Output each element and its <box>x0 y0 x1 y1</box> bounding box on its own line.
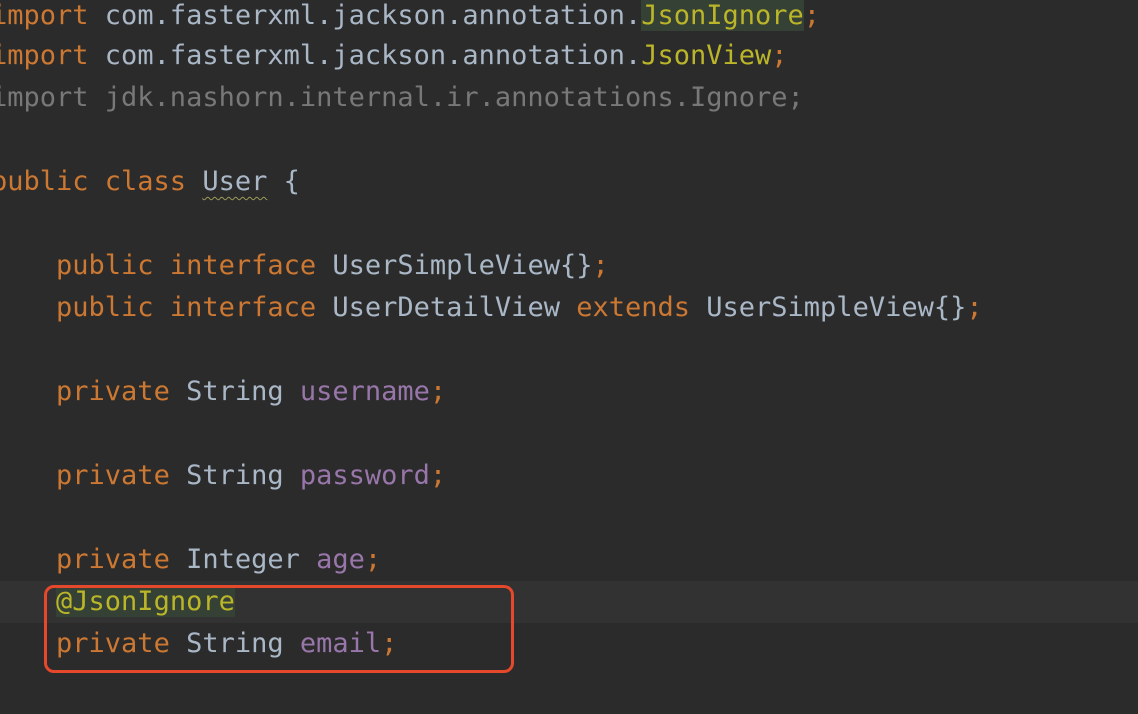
keyword-extends: extends <box>576 292 707 323</box>
interface-name-userdetailview: UserDetailView <box>332 292 577 323</box>
semicolon: ; <box>364 544 382 575</box>
class-name-user: User <box>202 166 268 197</box>
semicolon: ; <box>429 376 447 407</box>
code-editor[interactable]: import com.fasterxml.jackson.annotation.… <box>0 0 1138 714</box>
code-line-import-jsonview: import com.fasterxml.jackson.annotation.… <box>0 35 788 77</box>
code-line-import-jsonignore: import com.fasterxml.jackson.annotation.… <box>0 0 820 37</box>
keyword-import: import <box>0 0 89 31</box>
field-name-email: email <box>299 628 382 659</box>
field-name-username: username <box>299 376 430 407</box>
field-name-password: password <box>299 460 430 491</box>
package-path: com.fasterxml.jackson.annotation. <box>88 0 642 31</box>
keyword-public-class: public class <box>0 166 203 197</box>
semicolon: ; <box>803 0 821 31</box>
field-name-age: age <box>316 544 365 575</box>
interface-name-usersimpleview: UserSimpleView{} <box>332 250 593 281</box>
type-integer: Integer <box>186 544 317 575</box>
package-path: com.fasterxml.jackson.annotation. <box>88 40 642 71</box>
code-line-interface-detail: public interface UserDetailView extends … <box>0 287 983 329</box>
semicolon: ; <box>592 250 609 281</box>
code-line-field-age: private Integer age; <box>0 539 381 581</box>
interface-parent-usersimpleview: UserSimpleView{} <box>706 292 967 323</box>
keyword-private: private <box>56 628 187 659</box>
open-brace: { <box>267 166 300 197</box>
code-line-class-declaration: public class User { <box>0 161 300 203</box>
keyword-import: import <box>0 40 89 71</box>
type-string: String <box>186 460 300 491</box>
imported-class-jsonignore: JsonIgnore <box>641 0 804 31</box>
imported-class-jsonview: JsonView <box>641 40 772 71</box>
code-line-interface-simple: public interface UserSimpleView{}; <box>0 245 609 287</box>
semicolon: ; <box>771 40 788 71</box>
keyword-private: private <box>56 460 187 491</box>
semicolon: ; <box>381 628 398 659</box>
code-line-annotation-current[interactable]: @JsonIgnore <box>0 581 1138 623</box>
code-line-import-unused: import jdk.nashorn.internal.ir.annotatio… <box>0 77 804 119</box>
keyword-private: private <box>56 544 187 575</box>
semicolon: ; <box>966 292 983 323</box>
type-string: String <box>186 628 300 659</box>
unused-import-text: import jdk.nashorn.internal.ir.annotatio… <box>0 82 804 113</box>
code-line-field-password: private String password; <box>0 455 446 497</box>
keyword-private: private <box>56 376 187 407</box>
code-line-field-username: private String username; <box>0 371 446 413</box>
keyword-public-interface: public interface <box>56 250 333 281</box>
code-line-field-email: private String email; <box>0 623 397 665</box>
annotation-jsonignore: @JsonIgnore <box>56 586 235 617</box>
keyword-public-interface: public interface <box>56 292 333 323</box>
type-string: String <box>186 376 300 407</box>
semicolon: ; <box>429 460 447 491</box>
